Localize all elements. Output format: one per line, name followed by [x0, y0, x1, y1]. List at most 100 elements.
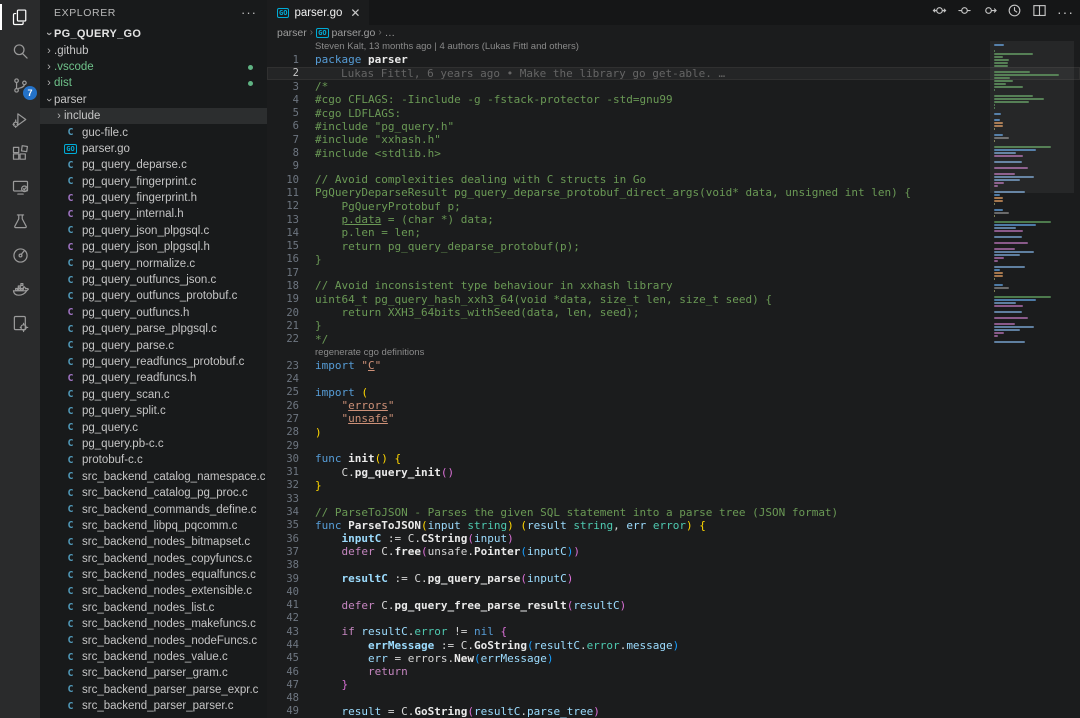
line-number[interactable]: 7: [267, 134, 315, 146]
tree-item-pg-query-json-plpgsql-h[interactable]: Cpg_query_json_plpgsql.h: [40, 239, 267, 255]
tree-item-src-backend-nodes-makefuncs-c[interactable]: Csrc_backend_nodes_makefuncs.c: [40, 616, 267, 632]
code-line-44[interactable]: 44 errMessage := C.GoString(resultC.erro…: [267, 638, 1080, 651]
code-line-33[interactable]: 33: [267, 492, 1080, 505]
code-line-36[interactable]: 36 inputC := C.CString(input): [267, 532, 1080, 545]
tree-item-pg-query-readfuncs-protobuf-c[interactable]: Cpg_query_readfuncs_protobuf.c: [40, 354, 267, 370]
tree-item-src-backend-parser-parser-c[interactable]: Csrc_backend_parser_parser.c: [40, 698, 267, 714]
code-line-17[interactable]: 17: [267, 266, 1080, 279]
tree-item-parser[interactable]: ›parser: [40, 92, 267, 108]
line-number[interactable]: 27: [267, 413, 315, 425]
codelens[interactable]: Steven Kalt, 13 months ago | 4 authors (…: [267, 40, 1080, 53]
code-line-46[interactable]: 46 return: [267, 665, 1080, 678]
tree-item-pg-query-readfuncs-h[interactable]: Cpg_query_readfuncs.h: [40, 370, 267, 386]
code-line-41[interactable]: 41 defer C.pg_query_free_parse_result(re…: [267, 598, 1080, 611]
code-line-47[interactable]: 47 }: [267, 678, 1080, 691]
line-number[interactable]: 29: [267, 440, 315, 452]
testing-icon[interactable]: [0, 204, 40, 238]
explorer-more-actions-icon[interactable]: ···: [241, 8, 257, 18]
tree-item--github[interactable]: ›.github: [40, 42, 267, 58]
open-changes-icon[interactable]: [932, 3, 947, 23]
tree-item-src-backend-parser-gram-c[interactable]: Csrc_backend_parser_gram.c: [40, 665, 267, 681]
line-number[interactable]: 28: [267, 426, 315, 438]
code-line-23[interactable]: 23import "C": [267, 359, 1080, 372]
code-line-25[interactable]: 25import (: [267, 386, 1080, 399]
code-line-19[interactable]: 19uint64_t pg_query_hash_xxh3_64(void *d…: [267, 293, 1080, 306]
tree-item-src-backend-catalog-namespace-c[interactable]: Csrc_backend_catalog_namespace.c: [40, 469, 267, 485]
line-number[interactable]: 17: [267, 267, 315, 279]
code-line-1[interactable]: 1package parser: [267, 53, 1080, 66]
compare-revision-icon[interactable]: [957, 3, 972, 23]
tree-item-pg-query-parse-c[interactable]: Cpg_query_parse.c: [40, 337, 267, 353]
line-number[interactable]: 21: [267, 320, 315, 332]
code-line-20[interactable]: 20 return XXH3_64bits_withSeed(data, len…: [267, 306, 1080, 319]
code-line-7[interactable]: 7#include "xxhash.h": [267, 133, 1080, 146]
line-number[interactable]: 5: [267, 107, 315, 119]
code-line-10[interactable]: 10// Avoid complexities dealing with C s…: [267, 173, 1080, 186]
tree-item-src-backend-nodes-copyfuncs-c[interactable]: Csrc_backend_nodes_copyfuncs.c: [40, 551, 267, 567]
code-line-29[interactable]: 29: [267, 439, 1080, 452]
code-line-43[interactable]: 43 if resultC.error != nil {: [267, 625, 1080, 638]
line-number[interactable]: 18: [267, 280, 315, 292]
extensions-icon[interactable]: [0, 136, 40, 170]
code-line-38[interactable]: 38: [267, 559, 1080, 572]
tree-item-src-backend-nodes-list-c[interactable]: Csrc_backend_nodes_list.c: [40, 600, 267, 616]
file-settings-icon[interactable]: [0, 306, 40, 340]
source-control-icon[interactable]: 7: [0, 68, 40, 102]
tree-item-pg-query-outfuncs-json-c[interactable]: Cpg_query_outfuncs_json.c: [40, 272, 267, 288]
code-line-2[interactable]: 2Lukas Fittl, 6 years ago • Make the lib…: [267, 67, 1080, 80]
tree-item-include[interactable]: ›include: [40, 108, 267, 124]
line-number[interactable]: 12: [267, 200, 315, 212]
line-number[interactable]: 36: [267, 533, 315, 545]
tree-item-src-backend-libpq-pqcomm-c[interactable]: Csrc_backend_libpq_pqcomm.c: [40, 518, 267, 534]
code-editor[interactable]: Steven Kalt, 13 months ago | 4 authors (…: [267, 40, 1080, 718]
code-line-37[interactable]: 37 defer C.free(unsafe.Pointer(inputC)): [267, 545, 1080, 558]
tree-item-pg-query-fingerprint-c[interactable]: Cpg_query_fingerprint.c: [40, 174, 267, 190]
tree-item-pg-query-parse-plpgsql-c[interactable]: Cpg_query_parse_plpgsql.c: [40, 321, 267, 337]
tree-item-pg-query-json-plpgsql-c[interactable]: Cpg_query_json_plpgsql.c: [40, 223, 267, 239]
tree-item-pg-query-outfuncs-protobuf-c[interactable]: Cpg_query_outfuncs_protobuf.c: [40, 288, 267, 304]
code-line-35[interactable]: 35func ParseToJSON(input string) (result…: [267, 519, 1080, 532]
tree-item-pg-query-normalize-c[interactable]: Cpg_query_normalize.c: [40, 255, 267, 271]
tree-item-pg-query-outfuncs-h[interactable]: Cpg_query_outfuncs.h: [40, 305, 267, 321]
tree-item-pg-query-fingerprint-h[interactable]: Cpg_query_fingerprint.h: [40, 190, 267, 206]
line-number[interactable]: 45: [267, 652, 315, 664]
line-number[interactable]: 10: [267, 174, 315, 186]
line-number[interactable]: 3: [267, 81, 315, 93]
tree-item-pg-query-scan-c[interactable]: Cpg_query_scan.c: [40, 387, 267, 403]
line-number[interactable]: 42: [267, 612, 315, 624]
code-line-8[interactable]: 8#include <stdlib.h>: [267, 146, 1080, 159]
code-line-15[interactable]: 15 return pg_query_deparse_protobuf(p);: [267, 239, 1080, 252]
code-line-18[interactable]: 18// Avoid inconsistent type behaviour i…: [267, 279, 1080, 292]
breadcrumb-item[interactable]: …: [385, 27, 396, 39]
breadcrumb-item[interactable]: parser: [277, 27, 307, 39]
code-line-12[interactable]: 12 PgQueryProtobuf p;: [267, 200, 1080, 213]
line-number[interactable]: 46: [267, 666, 315, 678]
code-line-21[interactable]: 21}: [267, 319, 1080, 332]
line-number[interactable]: 26: [267, 400, 315, 412]
line-number[interactable]: 19: [267, 293, 315, 305]
code-line-14[interactable]: 14 p.len = len;: [267, 226, 1080, 239]
code-line-9[interactable]: 9: [267, 160, 1080, 173]
code-line-31[interactable]: 31 C.pg_query_init(): [267, 466, 1080, 479]
code-line-26[interactable]: 26 "errors": [267, 399, 1080, 412]
tree-item-src-backend-nodes-extensible-c[interactable]: Csrc_backend_nodes_extensible.c: [40, 583, 267, 599]
code-line-16[interactable]: 16}: [267, 253, 1080, 266]
line-number[interactable]: 6: [267, 120, 315, 132]
split-editor-icon[interactable]: [1032, 3, 1047, 23]
code-line-13[interactable]: 13 p.data = (char *) data;: [267, 213, 1080, 226]
tree-root-folder[interactable]: › PG_QUERY_GO: [40, 26, 267, 42]
code-line-11[interactable]: 11PgQueryDeparseResult pg_query_deparse_…: [267, 186, 1080, 199]
code-line-49[interactable]: 49 result = C.GoString(resultC.parse_tre…: [267, 705, 1080, 718]
code-line-42[interactable]: 42: [267, 612, 1080, 625]
tree-item-src-backend-nodes-nodefuncs-c[interactable]: Csrc_backend_nodes_nodeFuncs.c: [40, 632, 267, 648]
code-line-24[interactable]: 24: [267, 372, 1080, 385]
line-number[interactable]: 4: [267, 94, 315, 106]
code-line-27[interactable]: 27 "unsafe": [267, 412, 1080, 425]
line-number[interactable]: 49: [267, 705, 315, 717]
code-line-22[interactable]: 22*/: [267, 333, 1080, 346]
tree-item-protobuf-c-c[interactable]: Cprotobuf-c.c: [40, 452, 267, 468]
line-number[interactable]: 34: [267, 506, 315, 518]
git-graph-icon[interactable]: [0, 238, 40, 272]
tree-item-pg-query-internal-h[interactable]: Cpg_query_internal.h: [40, 206, 267, 222]
code-line-40[interactable]: 40: [267, 585, 1080, 598]
